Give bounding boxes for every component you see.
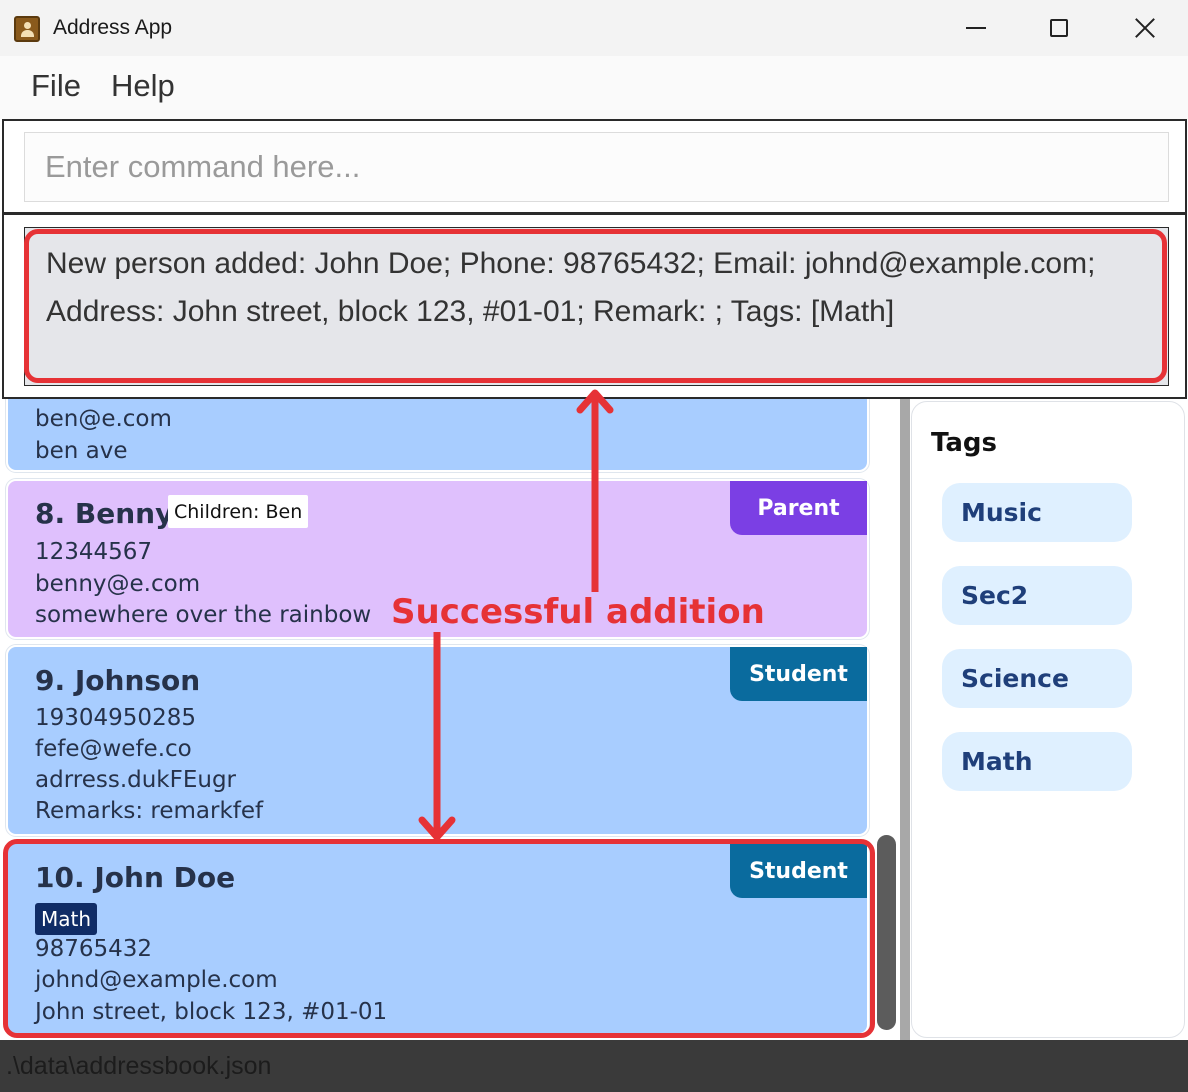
result-highlight-box <box>24 229 1167 383</box>
person-remarks: Remarks: remarkfef <box>35 798 264 824</box>
maximize-icon <box>1050 19 1068 37</box>
role-badge: Parent <box>730 481 867 535</box>
minimize-button[interactable] <box>952 8 1000 48</box>
close-button[interactable] <box>1121 8 1169 48</box>
maximize-button[interactable] <box>1035 8 1083 48</box>
person-address: somewhere over the rainbow <box>35 602 372 628</box>
scrollbar-thumb[interactable] <box>877 835 896 1030</box>
person-email: fefe@wefe.co <box>35 736 192 762</box>
person-card[interactable]: 9. Johnson Student 19304950285 fefe@wefe… <box>6 645 869 836</box>
person-address: ben ave <box>35 438 128 464</box>
window-title: Address App <box>53 16 173 39</box>
scrollbar-track[interactable] <box>900 399 910 1040</box>
address-book-icon <box>14 16 40 42</box>
person-phone: 12344567 <box>35 539 153 565</box>
menu-bar: File Help <box>0 56 1188 119</box>
title-bar: Address App <box>0 0 1188 56</box>
person-phone: 19304950285 <box>35 705 196 731</box>
tags-panel: Tags Music Sec2 Science Math <box>911 401 1185 1038</box>
tags-title: Tags <box>931 428 998 458</box>
tag-math[interactable]: Math <box>942 732 1132 791</box>
menu-help[interactable]: Help <box>111 68 175 104</box>
children-chip: Children: Ben <box>168 495 309 528</box>
command-input[interactable] <box>24 132 1169 202</box>
save-location: .\data\addressbook.json <box>6 1052 272 1080</box>
person-address: adrress.dukFEugr <box>35 767 237 793</box>
tag-music[interactable]: Music <box>942 483 1132 542</box>
role-badge: Student <box>730 647 867 701</box>
command-box <box>2 119 1187 215</box>
menu-file[interactable]: File <box>31 68 81 104</box>
annotation-label: Successful addition <box>391 592 765 632</box>
person-email: ben@e.com <box>35 406 172 432</box>
close-icon <box>1134 17 1156 39</box>
person-name: 9. Johnson <box>35 664 201 697</box>
status-bar: .\data\addressbook.json <box>0 1040 1188 1092</box>
person-name: 8. Benny <box>35 497 174 530</box>
new-person-highlight-box <box>3 839 875 1038</box>
person-card[interactable]: ben@e.com ben ave <box>6 399 869 472</box>
tag-sec2[interactable]: Sec2 <box>942 566 1132 625</box>
tag-science[interactable]: Science <box>942 649 1132 708</box>
minimize-icon <box>966 27 986 29</box>
person-email: benny@e.com <box>35 571 201 597</box>
